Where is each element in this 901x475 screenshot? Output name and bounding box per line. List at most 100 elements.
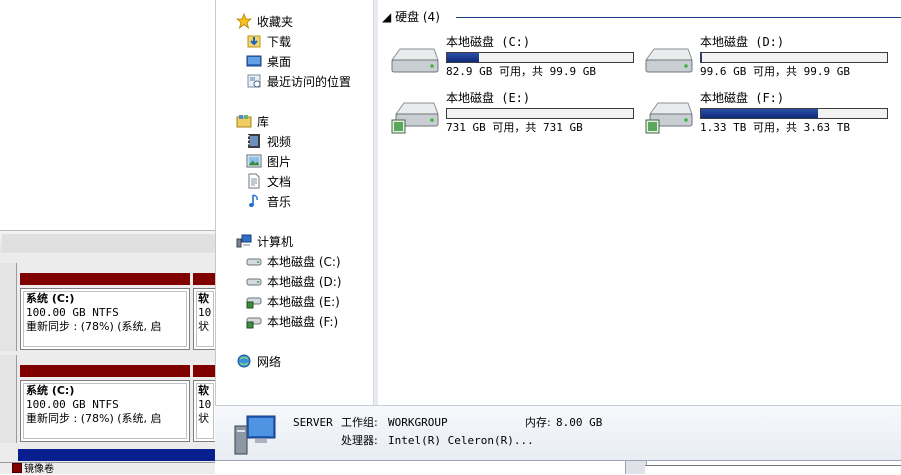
drive-free-space: 1.33 TB 可用，共 3.63 TB (700, 121, 850, 134)
drive-tile-c[interactable]: 本地磁盘 (C:) 82.9 GB 可用，共 99.9 GB (378, 32, 634, 84)
music-icon (246, 193, 262, 209)
network-icon (236, 353, 252, 369)
nav-item-label: 音乐 (267, 195, 292, 209)
hard-drive-with-badge-icon (391, 102, 439, 134)
nav-item-label: 最近访问的位置 (267, 75, 352, 89)
nav-item-documents[interactable]: 文档 (246, 173, 291, 191)
adjacent-window-edge (645, 465, 901, 475)
drive-tile-f[interactable]: 本地磁盘 (F:) 1.33 TB 可用，共 3.63 TB (632, 88, 888, 140)
nav-item-label: 文档 (267, 175, 292, 189)
computer-large-icon (234, 415, 276, 455)
nav-item-label: 桌面 (267, 55, 292, 69)
documents-icon (246, 173, 262, 189)
volume-block-software[interactable]: 软 10 状 (193, 380, 216, 442)
volume-color-bar (193, 273, 215, 285)
drive-usage-fill (701, 109, 819, 118)
volume-size: 10 (198, 306, 212, 319)
volume-status: 重新同步 : (78%) (系统, 启 (26, 412, 162, 425)
disk-management-top-pane (0, 0, 215, 230)
volume-size: 10 (198, 398, 212, 411)
workgroup-label: 工作组: (341, 416, 378, 429)
star-icon (235, 12, 253, 30)
hard-drive-with-badge-icon (645, 102, 693, 134)
volume-title: 软 (198, 384, 209, 397)
legend-bar: 镜像卷 (0, 462, 215, 475)
collapse-triangle-icon: ◢ (382, 10, 392, 24)
disk-row: 系统 (C:) 100.00 GB NTFS 重新同步 : (78%) (系统,… (0, 263, 216, 357)
volume-block-software[interactable]: 软 10 状 (193, 288, 216, 350)
drive-icon (246, 273, 262, 289)
volume-color-bar (20, 365, 190, 377)
group-header-hard-drives[interactable]: ◢ 硬盘 (4) (382, 9, 440, 25)
computer-icon (236, 233, 252, 249)
nav-item-drive-f[interactable]: 本地磁盘 (F:) (246, 313, 338, 331)
processor-label: 处理器: (341, 434, 378, 447)
volume-block-c[interactable]: 系统 (C:) 100.00 GB NTFS 重新同步 : (78%) (系统,… (20, 380, 190, 442)
details-pane: SERVER 工作组: WORKGROUP 内存: 8.00 GB 处理器: I… (215, 405, 901, 461)
volume-block-c[interactable]: 系统 (C:) 100.00 GB NTFS 重新同步 : (78%) (系统,… (20, 288, 190, 350)
group-header-line (456, 17, 901, 18)
content-pane: ◢ 硬盘 (4) 本地磁盘 (C:) 82.9 GB 可用，共 99.9 GB … (378, 0, 901, 405)
volume-size: 100.00 GB NTFS (26, 306, 119, 319)
nav-item-recent-places[interactable]: 最近访问的位置 (246, 73, 351, 91)
unallocated-bar (18, 449, 215, 461)
disk-label-gutter (0, 355, 17, 443)
memory-value: 8.00 GB (556, 416, 603, 429)
drive-usage-bar (446, 52, 634, 63)
desktop-icon (246, 53, 262, 69)
nav-item-drive-e[interactable]: 本地磁盘 (E:) (246, 293, 340, 311)
drive-tile-e[interactable]: 本地磁盘 (E:) 731 GB 可用，共 731 GB (378, 88, 634, 140)
nav-favorites[interactable]: 收藏夹 (235, 12, 294, 31)
drive-tile-d[interactable]: 本地磁盘 (D:) 99.6 GB 可用，共 99.9 GB (632, 32, 888, 84)
nav-item-label: 本地磁盘 (C:) (267, 255, 341, 269)
nav-item-music[interactable]: 音乐 (246, 193, 291, 211)
nav-item-downloads[interactable]: 下载 (246, 33, 291, 51)
processor-value: Intel(R) Celeron(R)... (388, 434, 534, 447)
nav-item-label: 本地磁盘 (F:) (267, 315, 339, 329)
pictures-icon (246, 153, 262, 169)
nav-item-label: 本地磁盘 (E:) (267, 295, 340, 309)
nav-item-videos[interactable]: 视频 (246, 133, 291, 151)
volume-status: 状 (198, 412, 209, 425)
drive-name: 本地磁盘 (D:) (700, 35, 785, 49)
volume-status: 状 (198, 320, 209, 333)
drive-name: 本地磁盘 (E:) (446, 91, 531, 105)
volume-title: 系统 (C:) (26, 292, 75, 305)
drive-usage-bar (446, 108, 634, 119)
nav-favorites-label: 收藏夹 (257, 15, 294, 29)
mirrored-volume-swatch (12, 463, 22, 473)
disk-graphical-view: 系统 (C:) 100.00 GB NTFS 重新同步 : (78%) (系统,… (0, 253, 216, 473)
nav-network-label: 网络 (257, 355, 282, 369)
computer-name: SERVER (293, 416, 333, 429)
volume-title: 系统 (C:) (26, 384, 75, 397)
nav-item-label: 图片 (267, 155, 292, 169)
downloads-folder-icon (246, 33, 262, 49)
nav-libraries-label: 库 (257, 115, 270, 129)
hard-drive-icon (645, 48, 693, 73)
nav-item-drive-c[interactable]: 本地磁盘 (C:) (246, 253, 341, 271)
nav-libraries[interactable]: 库 (236, 113, 269, 131)
volume-color-bar (193, 365, 215, 377)
nav-item-desktop[interactable]: 桌面 (246, 53, 291, 71)
volume-title: 软 (198, 292, 209, 305)
video-icon (246, 133, 262, 149)
nav-computer-label: 计算机 (257, 235, 294, 249)
hard-drive-icon (391, 48, 439, 73)
legend-label: 镜像卷 (24, 464, 54, 475)
volume-status: 重新同步 : (78%) (系统, 启 (26, 320, 162, 333)
drive-icon (246, 253, 262, 269)
nav-item-drive-d[interactable]: 本地磁盘 (D:) (246, 273, 341, 291)
drive-free-space: 99.6 GB 可用，共 99.9 GB (700, 65, 850, 78)
drive-usage-bar (700, 108, 888, 119)
workgroup-value: WORKGROUP (388, 416, 448, 429)
nav-computer[interactable]: 计算机 (236, 233, 293, 251)
disk-label-gutter (0, 263, 17, 351)
library-icon (236, 113, 252, 129)
nav-network[interactable]: 网络 (236, 353, 281, 371)
drive-name: 本地磁盘 (F:) (700, 91, 785, 105)
recent-places-icon (246, 73, 262, 89)
drive-usage-bar (700, 52, 888, 63)
nav-item-pictures[interactable]: 图片 (246, 153, 291, 171)
drive-free-space: 82.9 GB 可用，共 99.9 GB (446, 65, 596, 78)
nav-item-label: 下载 (267, 35, 292, 49)
